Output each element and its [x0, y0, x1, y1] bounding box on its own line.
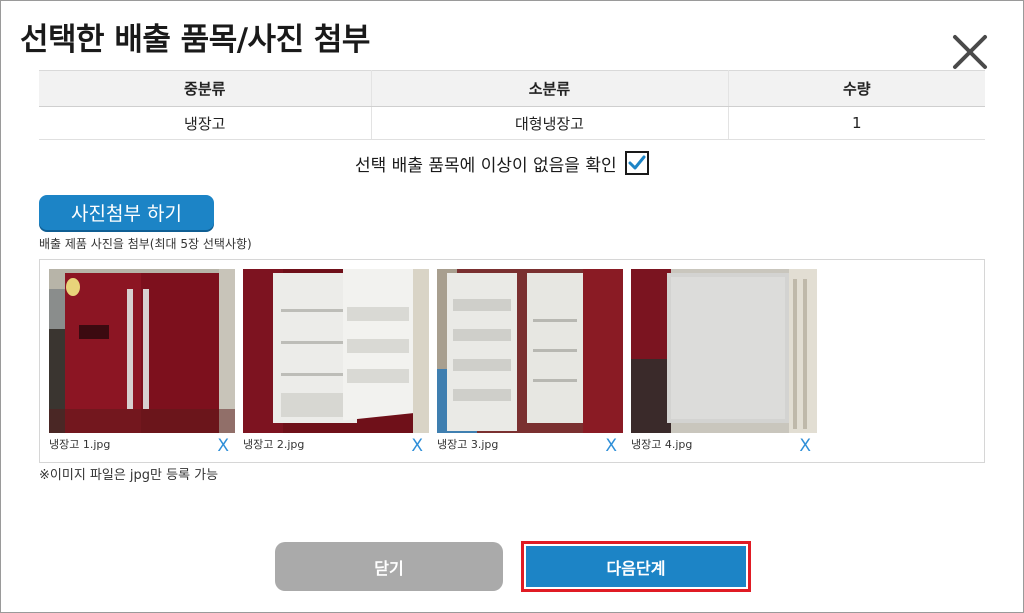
next-step-button[interactable]: 다음단계 [521, 541, 751, 592]
delete-photo-button[interactable]: X [799, 436, 811, 456]
delete-photo-button[interactable]: X [411, 436, 423, 456]
photo-thumbnail[interactable] [437, 269, 623, 433]
confirm-row: 선택 배출 품목에 이상이 없음을 확인 [355, 150, 649, 176]
photo-item: 냉장고 1.jpg X [49, 269, 235, 456]
photo-list: 냉장고 1.jpg X 냉장고 2.jpg X 냉장고 3.jpg X 냉장고 … [39, 259, 985, 463]
column-header-sub-category: 소분류 [371, 70, 729, 107]
close-icon[interactable] [948, 30, 992, 74]
cell-quantity: 1 [728, 106, 985, 140]
photo-item: 냉장고 2.jpg X [243, 269, 429, 456]
photo-filename: 냉장고 3.jpg [437, 438, 499, 451]
photo-caption: 냉장고 1.jpg X [49, 435, 235, 456]
photo-filename: 냉장고 1.jpg [49, 438, 111, 451]
dialog-title: 선택한 배출 품목/사진 첨부 [20, 22, 370, 58]
next-step-label: 다음단계 [526, 546, 746, 587]
column-header-quantity: 수량 [728, 70, 985, 107]
jpg-only-note: ※이미지 파일은 jpg만 등록 가능 [39, 468, 219, 483]
photo-thumbnail[interactable] [243, 269, 429, 433]
photo-thumbnail[interactable] [49, 269, 235, 433]
confirm-label: 선택 배출 품목에 이상이 없음을 확인 [355, 155, 617, 176]
photo-caption: 냉장고 2.jpg X [243, 435, 429, 456]
photo-filename: 냉장고 4.jpg [631, 438, 693, 451]
attach-photo-button[interactable]: 사진첨부 하기 [39, 195, 214, 230]
cell-sub-category: 대형냉장고 [371, 106, 729, 140]
confirm-checkbox[interactable] [624, 151, 649, 175]
cell-middle-category: 냉장고 [39, 106, 372, 140]
items-table: 중분류 소분류 수량 냉장고 대형냉장고 1 [39, 70, 985, 140]
photo-caption: 냉장고 4.jpg X [631, 435, 817, 456]
column-header-middle-category: 중분류 [39, 70, 372, 107]
photo-thumbnail[interactable] [631, 269, 817, 433]
delete-photo-button[interactable]: X [605, 436, 617, 456]
close-button[interactable]: 닫기 [275, 542, 503, 591]
attach-description: 배출 제품 사진을 첨부(최대 5장 선택사항) [39, 237, 252, 251]
photo-filename: 냉장고 2.jpg [243, 438, 305, 451]
table-header-row: 중분류 소분류 수량 [39, 70, 985, 107]
photo-item: 냉장고 3.jpg X [437, 269, 623, 456]
checkmark-icon [628, 155, 646, 170]
delete-photo-button[interactable]: X [217, 436, 229, 456]
photo-item: 냉장고 4.jpg X [631, 269, 817, 456]
table-row: 냉장고 대형냉장고 1 [39, 106, 985, 140]
photo-caption: 냉장고 3.jpg X [437, 435, 623, 456]
